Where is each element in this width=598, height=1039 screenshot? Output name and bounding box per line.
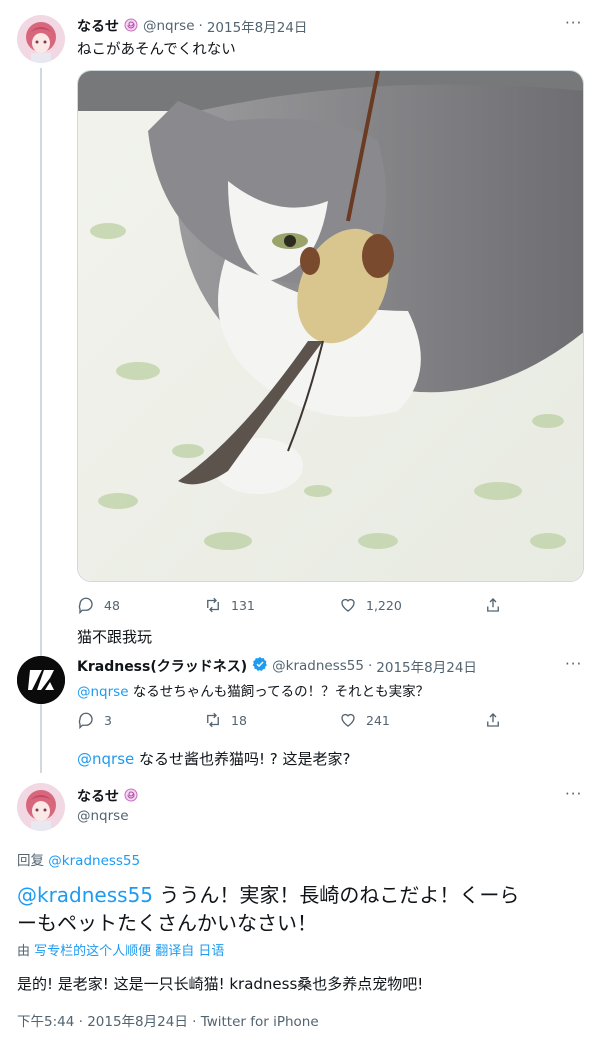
client-link[interactable]: Twitter for iPhone — [201, 1014, 319, 1030]
separator-dot: · — [367, 658, 373, 674]
translation-attribution: 由 写专栏的这个人顺便 翻译自 日语 — [17, 944, 225, 959]
reply-context: 回复 @kradness55 — [17, 853, 141, 869]
share-button[interactable] — [484, 711, 511, 729]
display-name[interactable]: なるせ — [77, 786, 119, 806]
heart-icon — [341, 713, 355, 727]
share-button[interactable] — [484, 596, 511, 614]
verified-badge-icon — [252, 656, 268, 676]
share-icon — [487, 713, 499, 727]
translate-language-link[interactable]: 翻译自 日语 — [151, 944, 224, 959]
like-button[interactable]: 241 — [339, 711, 390, 729]
display-name[interactable]: Kradness(クラッドネス) — [77, 656, 247, 676]
avatar[interactable] — [17, 783, 65, 831]
more-options-icon[interactable]: ··· — [565, 14, 582, 32]
mention-link[interactable]: @nqrse — [77, 750, 134, 768]
mention-link[interactable]: @kradness55 — [17, 883, 153, 907]
author-name-row: なるせ — [77, 786, 138, 806]
retweet-icon — [207, 712, 219, 728]
user-handle[interactable]: @nqrse — [143, 18, 195, 34]
main-tweet-text: @kradness55 ううん！実家！長崎のねこだよ！くーら ーもペットたくさん… — [17, 883, 520, 935]
share-icon — [487, 598, 499, 612]
kradness-logo-icon — [17, 656, 65, 704]
translation-text: @nqrse なるせ酱也养猫吗! ? 这是老家? — [77, 750, 351, 768]
avatar-image — [17, 15, 65, 63]
retweet-count: 18 — [231, 712, 247, 728]
mention-link[interactable]: @nqrse — [77, 684, 129, 700]
reply-icon — [78, 597, 93, 614]
user-handle[interactable]: @nqrse — [77, 808, 129, 824]
timestamp[interactable]: 下午5:44 · 2015年8月24日 · — [17, 1014, 201, 1030]
reply-button[interactable]: 48 — [77, 596, 120, 614]
tweet-meta: 下午5:44 · 2015年8月24日 · Twitter for iPhone — [17, 1010, 319, 1030]
retweet-button[interactable]: 18 — [204, 711, 247, 729]
tweet-text: @nqrse なるせちゃんも猫飼ってるの！？それとも実家？ — [77, 680, 429, 700]
tweet-date[interactable]: 2015年8月24日 — [207, 16, 308, 36]
translation-text: 猫不跟我玩 — [77, 628, 153, 646]
like-count: 1,220 — [366, 597, 402, 613]
reply-count: 48 — [104, 597, 120, 613]
avatar[interactable] — [17, 15, 65, 63]
translated-text: 是的! 是老家! 这是一只长崎猫! kradness桑也多养点宠物吧! — [17, 975, 424, 993]
tweet-text: ねこがあそんでくれない — [77, 42, 236, 58]
avatar[interactable] — [17, 656, 65, 704]
retweet-button[interactable]: 131 — [204, 596, 255, 614]
swirl-badge-icon — [124, 787, 138, 806]
translator-link[interactable]: 写专栏的这个人顺便 — [34, 944, 151, 959]
reply-button[interactable]: 3 — [77, 711, 112, 729]
tweet-header: Kradness(クラッドネス) @kradness55 · 2015年8月24… — [77, 656, 477, 676]
display-name[interactable]: なるせ — [77, 16, 119, 36]
like-count: 241 — [366, 712, 390, 728]
retweet-icon — [207, 597, 219, 613]
tweet-body: なるせちゃんも猫飼ってるの！？それとも実家？ — [128, 684, 430, 700]
reply-icon — [78, 712, 93, 729]
reply-to-link[interactable]: @kradness55 — [48, 853, 140, 869]
user-handle[interactable]: @kradness55 — [272, 658, 364, 674]
swirl-badge-icon — [124, 17, 138, 36]
tweet-header: なるせ @nqrse · 2015年8月24日 — [77, 16, 307, 36]
reply-count: 3 — [104, 712, 112, 728]
retweet-count: 131 — [231, 597, 255, 613]
tweet-date[interactable]: 2015年8月24日 — [376, 656, 477, 676]
separator-dot: · — [198, 18, 203, 34]
avatar-image — [17, 783, 65, 831]
more-options-icon[interactable]: ··· — [565, 655, 582, 673]
more-options-icon[interactable]: ··· — [565, 785, 582, 803]
cat-photo-image — [78, 71, 583, 581]
tweet-photo[interactable] — [77, 70, 584, 582]
like-button[interactable]: 1,220 — [339, 596, 402, 614]
heart-icon — [341, 598, 355, 612]
